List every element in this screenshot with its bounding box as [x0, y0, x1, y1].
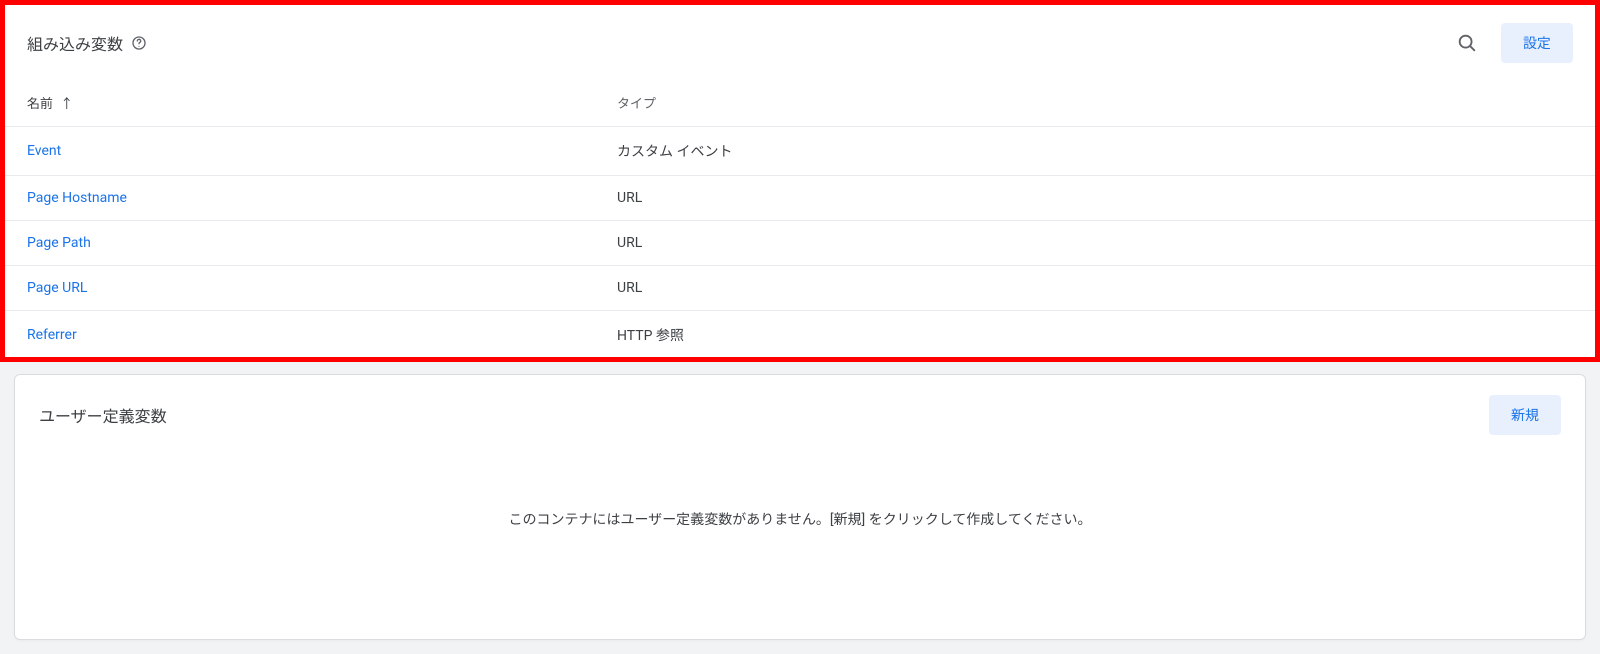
builtin-card-title: 組み込み変数 — [27, 31, 1453, 55]
user-defined-card-header: ユーザー定義変数 新規 — [15, 375, 1585, 455]
column-type-label: タイプ — [617, 97, 656, 112]
variable-type: カスタム イベント — [593, 127, 1597, 176]
variable-link[interactable]: Referrer — [27, 327, 77, 343]
table-header-row: 名前 ↑ タイプ — [3, 83, 1597, 127]
variable-link[interactable]: Page Path — [27, 235, 91, 251]
user-defined-variables-card: ユーザー定義変数 新規 このコンテナにはユーザー定義変数がありません。[新規] … — [14, 374, 1586, 640]
help-icon[interactable] — [131, 35, 147, 51]
table-row[interactable]: Page URL URL — [3, 266, 1597, 311]
builtin-header-actions: 設定 — [1453, 23, 1573, 63]
variable-link[interactable]: Page Hostname — [27, 190, 127, 206]
column-name-label: 名前 — [27, 97, 53, 112]
variable-link[interactable]: Event — [27, 143, 61, 159]
variable-link[interactable]: Page URL — [27, 280, 87, 296]
table-row[interactable]: Page Path URL — [3, 221, 1597, 266]
builtin-variables-card: 組み込み変数 設定 名前 — [2, 2, 1598, 360]
empty-message: このコンテナにはユーザー定義変数がありません。[新規] をクリックして作成してく… — [509, 512, 1092, 528]
variable-type: URL — [593, 266, 1597, 311]
table-row[interactable]: Referrer HTTP 参照 — [3, 311, 1597, 360]
column-header-name[interactable]: 名前 ↑ — [3, 83, 593, 127]
table-row[interactable]: Page Hostname URL — [3, 176, 1597, 221]
search-icon[interactable] — [1453, 29, 1481, 57]
user-defined-card-title: ユーザー定義変数 — [39, 403, 1489, 427]
builtin-variables-table: 名前 ↑ タイプ Event カスタム イベント Page Hostname U… — [3, 83, 1597, 359]
user-defined-empty-state: このコンテナにはユーザー定義変数がありません。[新規] をクリックして作成してく… — [15, 455, 1585, 639]
builtin-card-header: 組み込み変数 設定 — [3, 3, 1597, 83]
variable-type: HTTP 参照 — [593, 311, 1597, 360]
new-button[interactable]: 新規 — [1489, 395, 1561, 435]
user-defined-title-text: ユーザー定義変数 — [39, 403, 167, 427]
column-header-type[interactable]: タイプ — [593, 83, 1597, 127]
table-row[interactable]: Event カスタム イベント — [3, 127, 1597, 176]
configure-button[interactable]: 設定 — [1501, 23, 1573, 63]
builtin-title-text: 組み込み変数 — [27, 31, 123, 55]
user-defined-header-actions: 新規 — [1489, 395, 1561, 435]
variable-type: URL — [593, 176, 1597, 221]
sort-asc-icon: ↑ — [60, 97, 73, 112]
variable-type: URL — [593, 221, 1597, 266]
